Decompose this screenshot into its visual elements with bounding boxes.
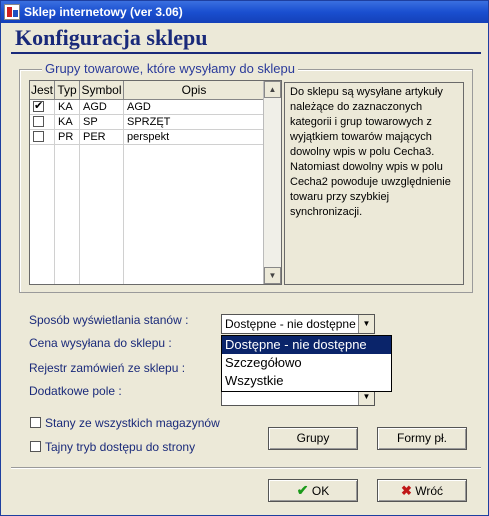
column-header-opis[interactable]: Opis bbox=[124, 81, 265, 99]
ok-label: OK bbox=[311, 484, 330, 498]
config-window: Sklep internetowy (ver 3.06) Konfiguracj… bbox=[0, 0, 489, 516]
extra-field-label: Dodatkowe pole : bbox=[29, 384, 122, 398]
grid-scrollbar[interactable]: ▲ ▼ bbox=[263, 81, 281, 284]
window-title: Sklep internetowy (ver 3.06) bbox=[24, 5, 183, 19]
cell-typ: KA bbox=[55, 100, 80, 115]
back-label: Wróć bbox=[415, 484, 444, 498]
cell-opis: AGD bbox=[124, 100, 265, 115]
cell-symbol: PER bbox=[80, 130, 124, 145]
scroll-down-icon[interactable]: ▼ bbox=[264, 267, 281, 284]
product-groups-panel: Grupy towarowe, które wysyłamy do sklepu… bbox=[19, 61, 473, 293]
product-groups-grid: Jest Typ Symbol Opis ✔ KA AGD AGD KA SP … bbox=[29, 80, 282, 285]
orders-label: Rejestr zamówień ze sklepu : bbox=[29, 361, 186, 375]
dropdown-option[interactable]: Dostępne - nie dostępne bbox=[222, 336, 391, 354]
close-icon: ✖ bbox=[400, 483, 412, 498]
group-legend: Grupy towarowe, które wysyłamy do sklepu bbox=[42, 61, 298, 76]
stock-display-label: Sposób wyświetlania stanów : bbox=[29, 313, 189, 327]
title-bar[interactable]: Sklep internetowy (ver 3.06) bbox=[1, 1, 488, 23]
page-title: Konfiguracja sklepu bbox=[15, 25, 208, 50]
dropdown-option[interactable]: Szczegółowo bbox=[222, 354, 391, 372]
row-checkbox[interactable] bbox=[33, 116, 44, 127]
stock-display-select[interactable]: Dostępne - nie dostępne ▼ bbox=[221, 314, 375, 334]
cell-opis: perspekt bbox=[124, 130, 265, 145]
secret-mode-label: Tajny tryb dostępu do strony bbox=[45, 440, 196, 454]
cell-typ: KA bbox=[55, 115, 80, 130]
stock-display-dropdown: Dostępne - nie dostępne Szczegółowo Wszy… bbox=[221, 335, 392, 392]
dropdown-option[interactable]: Wszystkie bbox=[222, 372, 391, 390]
table-row[interactable]: KA SP SPRZĘT bbox=[30, 115, 265, 130]
chevron-down-icon[interactable]: ▼ bbox=[358, 315, 374, 333]
row-checkbox[interactable] bbox=[33, 131, 44, 142]
ok-button[interactable]: ✔ OK bbox=[268, 479, 358, 502]
secret-mode-checkbox[interactable] bbox=[30, 441, 41, 452]
all-warehouses-label: Stany ze wszystkich magazynów bbox=[45, 416, 220, 430]
table-row[interactable]: ✔ KA AGD AGD bbox=[30, 100, 265, 115]
cell-symbol: AGD bbox=[80, 100, 124, 115]
info-text: Do sklepu są wysyłane artykuły należące … bbox=[284, 82, 464, 285]
app-icon bbox=[4, 4, 20, 20]
column-header-typ[interactable]: Typ bbox=[55, 81, 80, 99]
payment-forms-button[interactable]: Formy pł. bbox=[377, 427, 467, 450]
grid-header: Jest Typ Symbol Opis bbox=[30, 81, 265, 100]
row-checkbox[interactable]: ✔ bbox=[33, 101, 44, 112]
scroll-up-icon[interactable]: ▲ bbox=[264, 81, 281, 98]
groups-button[interactable]: Grupy bbox=[268, 427, 358, 450]
checkmark-icon: ✔ bbox=[296, 482, 309, 498]
cell-opis: SPRZĘT bbox=[124, 115, 265, 130]
stock-display-value: Dostępne - nie dostępne bbox=[225, 317, 356, 331]
cell-typ: PR bbox=[55, 130, 80, 145]
heading-divider bbox=[11, 52, 481, 54]
bottom-divider bbox=[11, 467, 481, 468]
price-label: Cena wysyłana do sklepu : bbox=[29, 336, 172, 350]
empty-grid-area bbox=[30, 145, 265, 284]
cell-symbol: SP bbox=[80, 115, 124, 130]
column-header-jest[interactable]: Jest bbox=[30, 81, 55, 99]
all-warehouses-checkbox[interactable] bbox=[30, 417, 41, 428]
back-button[interactable]: ✖ Wróć bbox=[377, 479, 467, 502]
column-header-symbol[interactable]: Symbol bbox=[80, 81, 124, 99]
table-row[interactable]: PR PER perspekt bbox=[30, 130, 265, 145]
